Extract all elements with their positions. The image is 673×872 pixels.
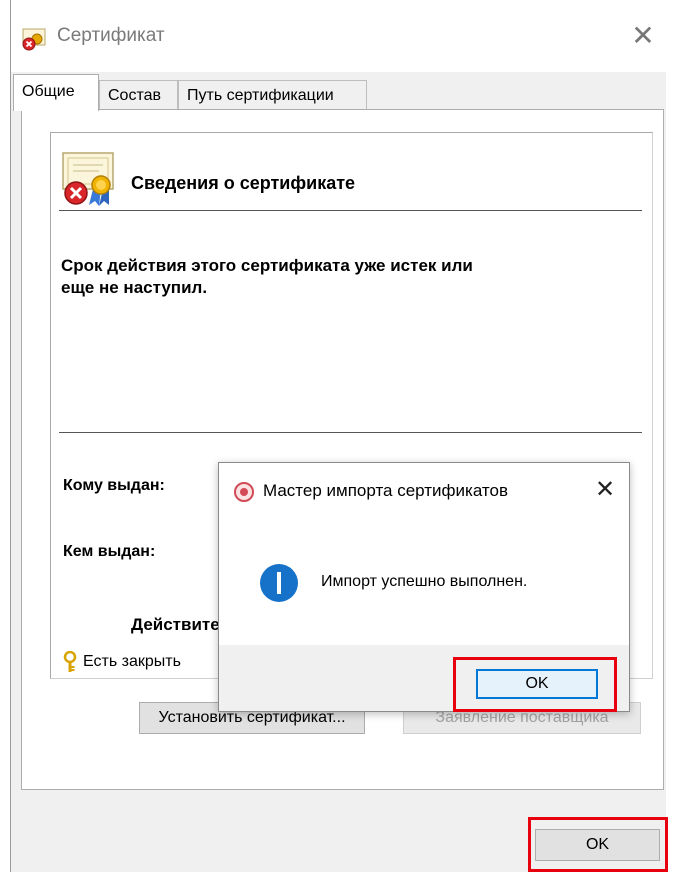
- highlight-dialog-ok: [453, 657, 617, 712]
- tab-details[interactable]: Состав: [99, 80, 178, 110]
- certificate-icon: [62, 152, 114, 206]
- dialog-close-button[interactable]: ✕: [589, 475, 621, 505]
- info-icon: [260, 564, 298, 602]
- validity-warning: Срок действия этого сертификата уже исте…: [61, 255, 581, 299]
- close-button[interactable]: ✕: [623, 18, 663, 54]
- private-key-text: Есть закрыть: [83, 653, 181, 671]
- divider-top: [59, 210, 642, 211]
- private-key-row: Есть закрыть: [63, 650, 181, 673]
- certificate-window: Сертификат ✕ Общие Состав Путь сертифика…: [10, 0, 668, 872]
- window-title: Сертификат: [57, 25, 165, 46]
- import-success-dialog: Мастер импорта сертификатов ✕ Импорт усп…: [218, 462, 630, 712]
- info-heading: Сведения о сертификате: [131, 173, 356, 193]
- divider-bottom: [59, 432, 642, 433]
- tab-general[interactable]: Общие: [13, 74, 99, 111]
- warning-line-1: Срок действия этого сертификата уже исте…: [61, 256, 473, 275]
- import-wizard-icon: [234, 482, 254, 502]
- issued-to-label: Кому выдан:: [63, 477, 165, 494]
- highlight-main-ok: [528, 817, 668, 872]
- tab-strip: Общие Состав Путь сертификации: [11, 74, 666, 111]
- issued-by-label: Кем выдан:: [63, 543, 156, 560]
- warning-line-2: еще не наступил.: [61, 278, 208, 297]
- dialog-message: Импорт успешно выполнен.: [321, 573, 528, 590]
- key-icon: [63, 650, 77, 672]
- validity-label: Действите: [131, 615, 220, 634]
- certificate-error-icon: [22, 28, 46, 51]
- tab-certification-path[interactable]: Путь сертификации: [178, 80, 367, 110]
- dialog-title: Мастер импорта сертификатов: [263, 481, 509, 500]
- title-bar: Сертификат ✕: [11, 0, 666, 72]
